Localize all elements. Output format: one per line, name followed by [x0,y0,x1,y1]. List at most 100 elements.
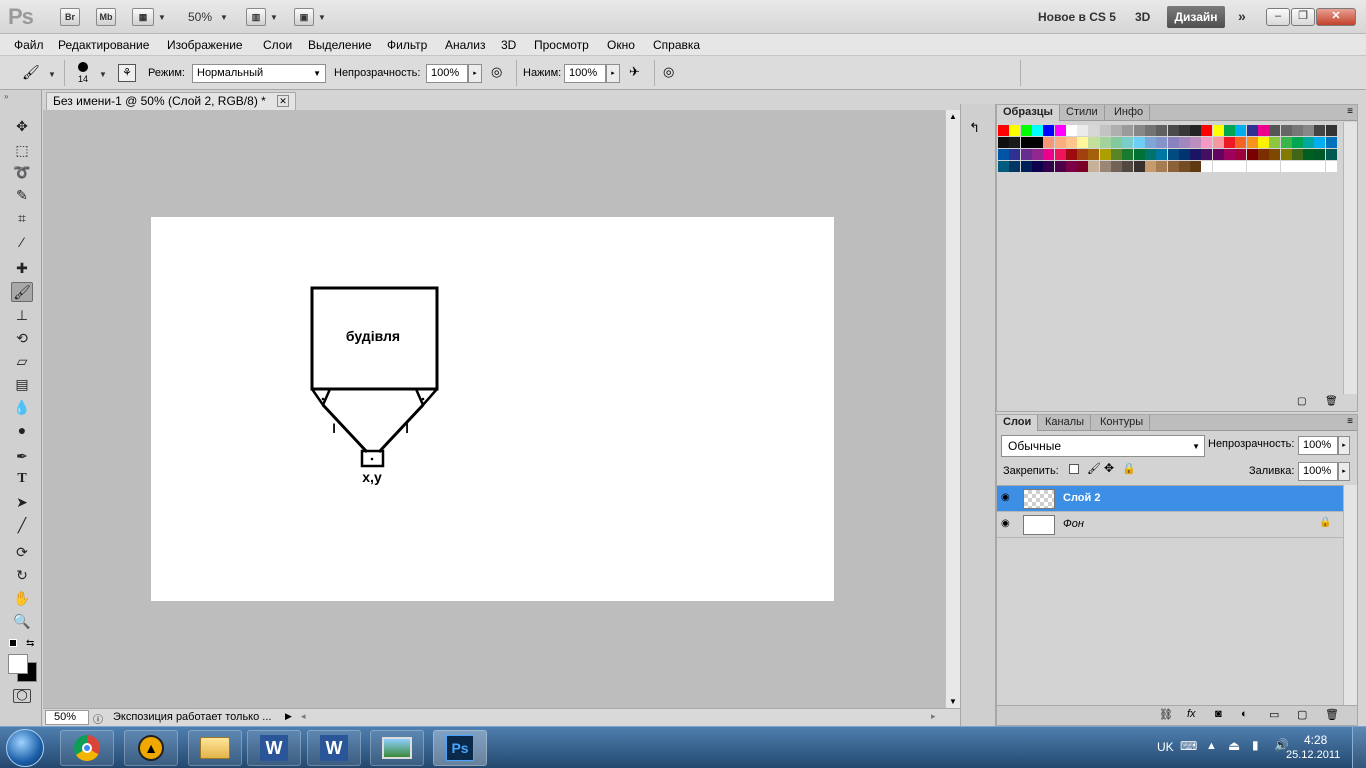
show-desktop-button[interactable] [1352,727,1366,768]
default-colors-icon[interactable] [9,639,17,647]
tab-info[interactable]: Инфо [1108,105,1151,121]
color-swatch[interactable] [1167,149,1179,160]
chevron-right-icon[interactable]: ▸ [1338,436,1350,455]
history-panel-icon[interactable]: ↰ [969,120,980,136]
chevron-right-icon[interactable]: ▸ [606,64,620,83]
eye-icon[interactable]: ◉ [1001,493,1015,503]
color-swatch[interactable] [1190,125,1202,136]
lock-pixels-icon[interactable]: 🖌 [1087,462,1101,475]
dodge-tool-icon[interactable]: ● [11,420,33,440]
gradient-tool-icon[interactable]: ▤ [11,374,33,394]
clone-stamp-tool-icon[interactable]: ⊥ [11,305,33,325]
network-icon[interactable]: ▮ [1252,738,1259,752]
color-swatch[interactable] [1201,137,1213,148]
color-swatch[interactable] [1257,125,1269,136]
color-swatch[interactable] [1077,149,1089,160]
color-swatch[interactable] [1031,149,1043,160]
color-swatch[interactable] [1212,161,1224,172]
menu-view[interactable]: Просмотр [534,38,589,52]
tab-channels[interactable]: Каналы [1039,415,1092,431]
color-swatch[interactable] [1178,125,1190,136]
color-swatch[interactable] [1246,161,1258,172]
color-swatch[interactable] [1314,137,1326,148]
color-swatch[interactable] [1257,149,1269,160]
mode-select[interactable]: Нормальный ▼ [192,64,326,83]
fill-input[interactable]: 100% [1298,462,1338,481]
collapse-icon[interactable]: » [4,92,8,101]
color-swatch[interactable] [1054,137,1066,148]
clock-date[interactable]: 25.12.2011 [1286,749,1340,761]
bridge-button[interactable]: Br [60,8,80,26]
history-brush-tool-icon[interactable]: ⟲ [11,328,33,348]
eraser-tool-icon[interactable]: ▱ [11,351,33,371]
keyboard-icon[interactable]: ⌨ [1180,739,1197,753]
color-swatch[interactable] [1144,125,1156,136]
color-swatch[interactable] [1111,161,1122,172]
more-workspaces-icon[interactable]: » [1238,8,1246,24]
color-swatch[interactable] [1178,149,1190,160]
color-swatch[interactable] [998,161,1009,172]
flow-input[interactable]: 100% [564,64,606,83]
language-indicator[interactable]: UK [1157,740,1174,754]
menu-help[interactable]: Справка [653,38,700,52]
color-swatch[interactable] [1314,149,1326,160]
color-swatch[interactable] [1280,137,1292,148]
color-swatch[interactable] [1235,161,1247,172]
color-swatch[interactable] [1009,137,1021,148]
color-swatch[interactable] [1212,149,1224,160]
arrange-documents-icon[interactable]: ▥ [246,8,266,26]
document-tab[interactable]: Без имени-1 @ 50% (Слой 2, RGB/8) * ✕ [46,92,296,110]
color-swatch[interactable] [1133,149,1145,160]
new-swatch-icon[interactable]: ▢ [1297,396,1306,407]
color-swatch[interactable] [1099,149,1111,160]
chevron-down-icon[interactable]: ▼ [158,13,166,22]
workspace-whats-new[interactable]: Новое в CS 5 [1038,10,1116,24]
canvas-area[interactable]: будівля l l x,y [43,110,945,708]
menu-window[interactable]: Окно [607,38,635,52]
link-layers-icon[interactable]: ⛓ [1159,708,1173,721]
tab-paths[interactable]: Контуры [1094,415,1151,431]
color-swatch[interactable] [1133,161,1145,172]
color-swatch[interactable] [1009,149,1021,160]
color-swatch[interactable] [1122,149,1134,160]
type-tool-icon[interactable]: T [11,469,33,489]
chevron-down-icon[interactable]: ▼ [318,13,326,22]
color-swatch[interactable] [1257,161,1269,172]
3d-rotate-tool-icon[interactable]: ⟳ [11,542,33,562]
color-swatch[interactable] [1280,161,1292,172]
trash-icon[interactable]: 🗑 [1325,396,1338,407]
color-swatch[interactable] [1325,161,1337,172]
layer-style-icon[interactable]: fx [1187,708,1196,720]
line-tool-icon[interactable]: ╱ [11,515,33,535]
color-swatch[interactable] [1031,137,1043,148]
color-swatch[interactable] [1280,125,1292,136]
color-swatch[interactable] [1077,137,1089,148]
color-swatch[interactable] [1065,137,1077,148]
color-swatch[interactable] [1201,161,1213,172]
layer-name[interactable]: Слой 2 [1063,492,1100,504]
color-swatch[interactable] [998,125,1009,136]
pressure-opacity-icon[interactable]: ◎ [491,64,509,82]
eyedropper-tool-icon[interactable]: ⁄ [11,232,33,252]
lock-transparent-icon[interactable] [1069,464,1079,474]
color-swatch[interactable] [1122,125,1134,136]
taskbar-explorer[interactable] [188,730,242,766]
document-page[interactable]: будівля l l x,y [151,217,834,601]
hand-tool-icon[interactable]: ✋ [11,588,33,608]
color-swatch[interactable] [1167,161,1179,172]
new-layer-icon[interactable]: ▢ [1297,708,1307,721]
panel-menu-icon[interactable]: ≡ [1347,416,1353,427]
color-swatch[interactable] [1054,161,1066,172]
color-swatch[interactable] [1088,149,1100,160]
scroll-right-icon[interactable]: ▸ [931,711,936,722]
move-tool-icon[interactable]: ✥ [11,116,33,136]
color-swatch[interactable] [1314,161,1326,172]
color-swatch[interactable] [1144,149,1156,160]
quick-selection-tool-icon[interactable]: ✎ [11,185,33,205]
layer-name[interactable]: Фон [1063,518,1084,530]
color-swatch[interactable] [1201,149,1213,160]
color-swatch[interactable] [1111,149,1122,160]
menu-layer[interactable]: Слои [263,38,292,52]
color-swatch[interactable] [1043,161,1055,172]
color-swatch[interactable] [1156,161,1168,172]
